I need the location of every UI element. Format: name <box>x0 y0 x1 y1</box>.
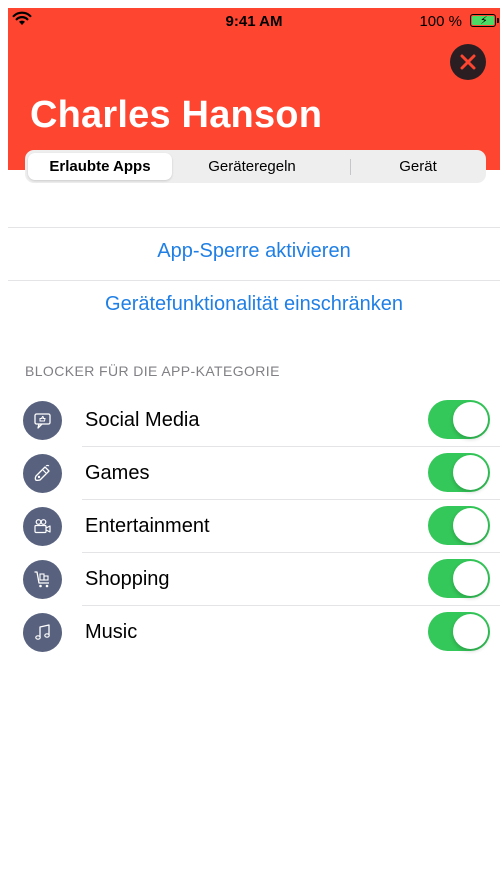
segmented-control: Erlaubte Apps Geräteregeln Gerät <box>25 150 486 183</box>
restrict-device-link[interactable]: Gerätefunktionalität einschränken <box>8 293 500 316</box>
battery-percent: 100 % <box>419 13 462 30</box>
battery-icon: ⚡ <box>470 14 499 27</box>
app-lock-link[interactable]: App-Sperre aktivieren <box>8 240 500 263</box>
close-icon <box>460 54 476 70</box>
category-row-entertainment: Entertainment <box>8 500 500 553</box>
category-row-games: Games <box>8 447 500 500</box>
category-row-shopping: Shopping <box>8 553 500 606</box>
social-media-icon <box>23 401 62 440</box>
divider <box>8 227 500 228</box>
header: 9:41 AM 100 % ⚡ Charles Hanson <box>8 8 500 170</box>
category-row-music: Music <box>8 606 500 659</box>
category-row-social-media: Social Media <box>8 394 500 447</box>
toggle-social-media[interactable] <box>428 400 490 439</box>
divider <box>8 280 500 281</box>
category-label: Entertainment <box>85 515 210 537</box>
close-button[interactable] <box>450 44 486 80</box>
section-header: BLOCKER FÜR DIE APP-KATEGORIE <box>25 363 280 379</box>
page-title: Charles Hanson <box>30 94 323 136</box>
gamepad-icon <box>23 454 62 493</box>
video-camera-icon <box>23 507 62 546</box>
music-note-icon <box>23 613 62 652</box>
tab-device-rules[interactable]: Geräteregeln <box>175 150 329 183</box>
category-label: Social Media <box>85 409 200 431</box>
toggle-music[interactable] <box>428 612 490 651</box>
category-label: Music <box>85 621 138 643</box>
toggle-shopping[interactable] <box>428 559 490 598</box>
tab-device[interactable]: Gerät <box>350 150 486 183</box>
toggle-games[interactable] <box>428 453 490 492</box>
toggle-entertainment[interactable] <box>428 506 490 545</box>
category-label: Games <box>85 462 150 484</box>
category-label: Shopping <box>85 568 170 590</box>
tab-allowed-apps[interactable]: Erlaubte Apps <box>28 153 172 180</box>
status-bar: 9:41 AM 100 % ⚡ <box>8 8 500 36</box>
app-frame: 9:41 AM 100 % ⚡ Charles Hanson Erlaubte … <box>8 8 500 892</box>
shopping-cart-icon <box>23 560 62 599</box>
